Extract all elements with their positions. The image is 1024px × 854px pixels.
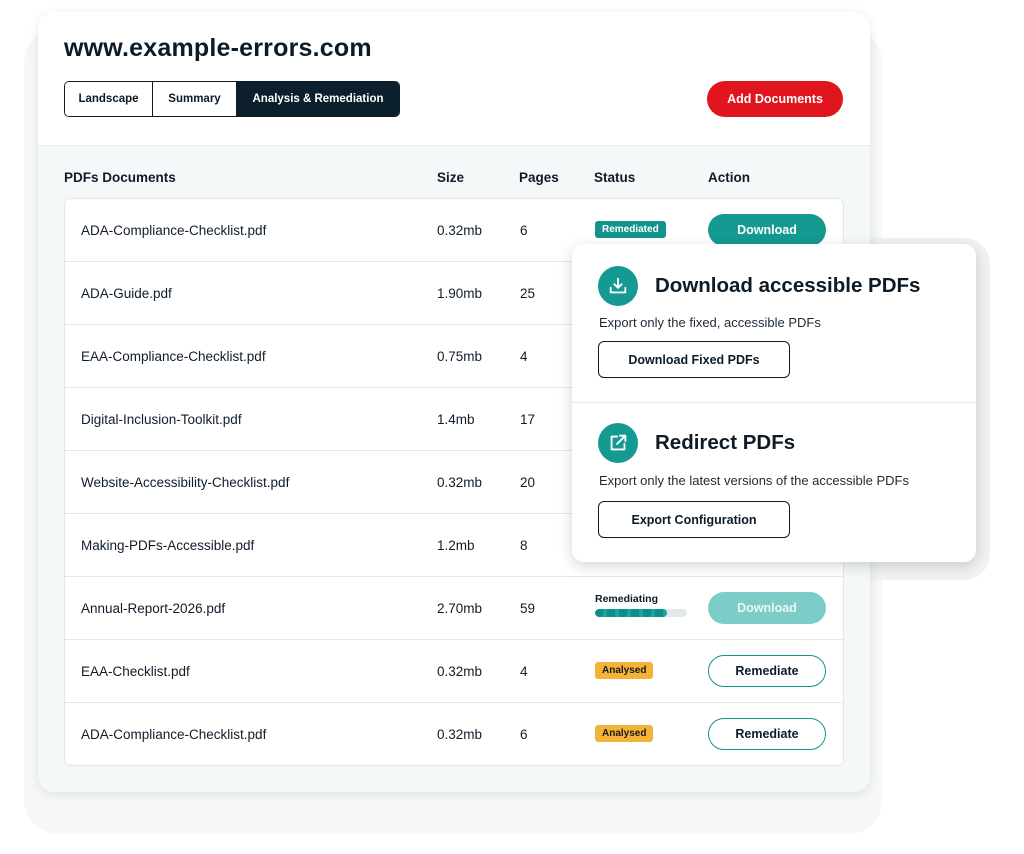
column-header-size: Size xyxy=(437,170,465,185)
progress-track xyxy=(595,609,687,617)
document-size: 0.32mb xyxy=(437,727,483,742)
column-header-status: Status xyxy=(594,170,636,185)
redirect-section: Redirect PDFs Export only the latest ver… xyxy=(572,403,976,562)
remediate-button[interactable]: Remediate xyxy=(708,718,826,750)
document-pages: 4 xyxy=(520,664,528,679)
document-name: EAA-Checklist.pdf xyxy=(81,664,190,679)
table-row: Annual-Report-2026.pdf 2.70mb 59 Remedia… xyxy=(65,577,843,640)
export-options-popup: Download accessible PDFs Export only the… xyxy=(572,244,976,562)
document-name: EAA-Compliance-Checklist.pdf xyxy=(81,349,266,364)
document-pages: 17 xyxy=(520,412,536,427)
remediation-progress: Remediating xyxy=(595,593,687,617)
document-size: 0.32mb xyxy=(437,664,483,679)
download-accessible-section: Download accessible PDFs Export only the… xyxy=(572,244,976,403)
document-name: Digital-Inclusion-Toolkit.pdf xyxy=(81,412,242,427)
card-header: www.example-errors.com Landscape Summary… xyxy=(38,12,870,146)
view-tabs: Landscape Summary Analysis & Remediation xyxy=(64,81,400,117)
redirect-description: Export only the latest versions of the a… xyxy=(599,473,909,488)
page-title: www.example-errors.com xyxy=(64,34,372,62)
redirect-title: Redirect PDFs xyxy=(655,431,796,454)
document-size: 0.32mb xyxy=(437,475,483,490)
document-name: Annual-Report-2026.pdf xyxy=(81,601,226,616)
document-size: 1.2mb xyxy=(437,538,475,553)
table-row: EAA-Checklist.pdf 0.32mb 4 Analysed Reme… xyxy=(65,640,843,703)
progress-label: Remediating xyxy=(595,593,659,605)
document-pages: 20 xyxy=(520,475,536,490)
column-header-pages: Pages xyxy=(519,170,559,185)
redirect-share-icon xyxy=(598,423,638,463)
document-size: 0.32mb xyxy=(437,223,483,238)
document-size: 2.70mb xyxy=(437,601,483,616)
document-name: Making-PDFs-Accessible.pdf xyxy=(81,538,255,553)
status-badge: Analysed xyxy=(595,662,654,679)
tab-analysis-remediation[interactable]: Analysis & Remediation xyxy=(237,82,399,116)
tab-summary[interactable]: Summary xyxy=(153,82,237,116)
document-name: ADA-Compliance-Checklist.pdf xyxy=(81,727,267,742)
progress-fill xyxy=(595,609,667,617)
document-pages: 8 xyxy=(520,538,528,553)
document-name: Website-Accessibility-Checklist.pdf xyxy=(81,475,290,490)
download-button-disabled: Download xyxy=(708,592,826,624)
document-size: 0.75mb xyxy=(437,349,483,364)
download-accessible-title: Download accessible PDFs xyxy=(655,274,921,297)
table-row: ADA-Compliance-Checklist.pdf 0.32mb 6 An… xyxy=(65,703,843,765)
download-fixed-pdfs-button[interactable]: Download Fixed PDFs xyxy=(598,341,790,378)
download-accessible-description: Export only the fixed, accessible PDFs xyxy=(599,315,821,330)
document-pages: 25 xyxy=(520,286,536,301)
add-documents-button[interactable]: Add Documents xyxy=(707,81,843,117)
status-badge: Analysed xyxy=(595,725,654,742)
document-pages: 6 xyxy=(520,727,528,742)
download-button[interactable]: Download xyxy=(708,214,826,246)
remediate-button[interactable]: Remediate xyxy=(708,655,826,687)
document-pages: 4 xyxy=(520,349,528,364)
column-header-name: PDFs Documents xyxy=(64,170,176,185)
tab-landscape[interactable]: Landscape xyxy=(65,82,153,116)
status-badge: Remediated xyxy=(595,221,666,238)
document-pages: 6 xyxy=(520,223,528,238)
column-header-action: Action xyxy=(708,170,750,185)
document-pages: 59 xyxy=(520,601,536,616)
document-size: 1.4mb xyxy=(437,412,475,427)
document-size: 1.90mb xyxy=(437,286,483,301)
download-tray-icon xyxy=(598,266,638,306)
document-name: ADA-Guide.pdf xyxy=(81,286,172,301)
export-configuration-button[interactable]: Export Configuration xyxy=(598,501,790,538)
document-name: ADA-Compliance-Checklist.pdf xyxy=(81,223,267,238)
